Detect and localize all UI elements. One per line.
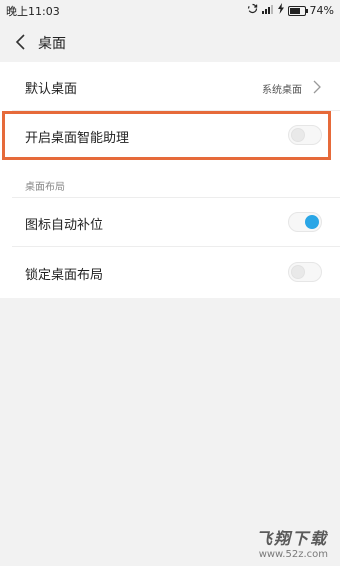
auto-fill-icons-label: 图标自动补位 (25, 218, 104, 233)
default-desktop-value: 系统桌面 (262, 85, 302, 96)
toggle-knob (291, 265, 305, 279)
back-button[interactable] (12, 30, 30, 54)
status-time: 晚上11:03 (6, 5, 60, 18)
smart-assistant-toggle[interactable] (288, 125, 322, 145)
app-bar: 桌面 (0, 20, 340, 64)
battery-percent: 74% (309, 4, 334, 17)
toggle-knob (305, 215, 319, 229)
toggle-knob (291, 128, 305, 142)
lock-layout-label: 锁定桌面布局 (25, 268, 104, 283)
smart-assistant-row[interactable]: 开启桌面智能助理 (0, 111, 340, 159)
auto-fill-icons-toggle[interactable] (288, 212, 322, 232)
section-header: 桌面布局 (25, 182, 65, 193)
lock-layout-toggle[interactable] (288, 262, 322, 282)
watermark-brand: 飞翔下载 (255, 529, 328, 548)
signal-icon (261, 4, 274, 18)
default-desktop-label: 默认桌面 (25, 82, 78, 97)
battery-icon (287, 5, 308, 16)
status-bar: 晚上11:03 74% (0, 0, 340, 20)
smart-assistant-label: 开启桌面智能助理 (25, 131, 130, 146)
status-icons: 74% (247, 3, 334, 18)
back-chevron-icon (15, 34, 25, 50)
lock-layout-row[interactable]: 锁定桌面布局 (0, 247, 340, 297)
charging-icon (277, 3, 284, 18)
auto-fill-icons-row[interactable]: 图标自动补位 (0, 198, 340, 246)
default-desktop-row[interactable]: 默认桌面 系统桌面 (0, 62, 340, 110)
page-title: 桌面 (38, 36, 66, 52)
chevron-right-icon (312, 79, 322, 94)
watermark-url: www.52z.com (258, 549, 328, 560)
battery-level (289, 7, 300, 14)
sync-icon (247, 3, 258, 18)
watermark: 飞翔下载 www.52z.com (256, 525, 328, 560)
